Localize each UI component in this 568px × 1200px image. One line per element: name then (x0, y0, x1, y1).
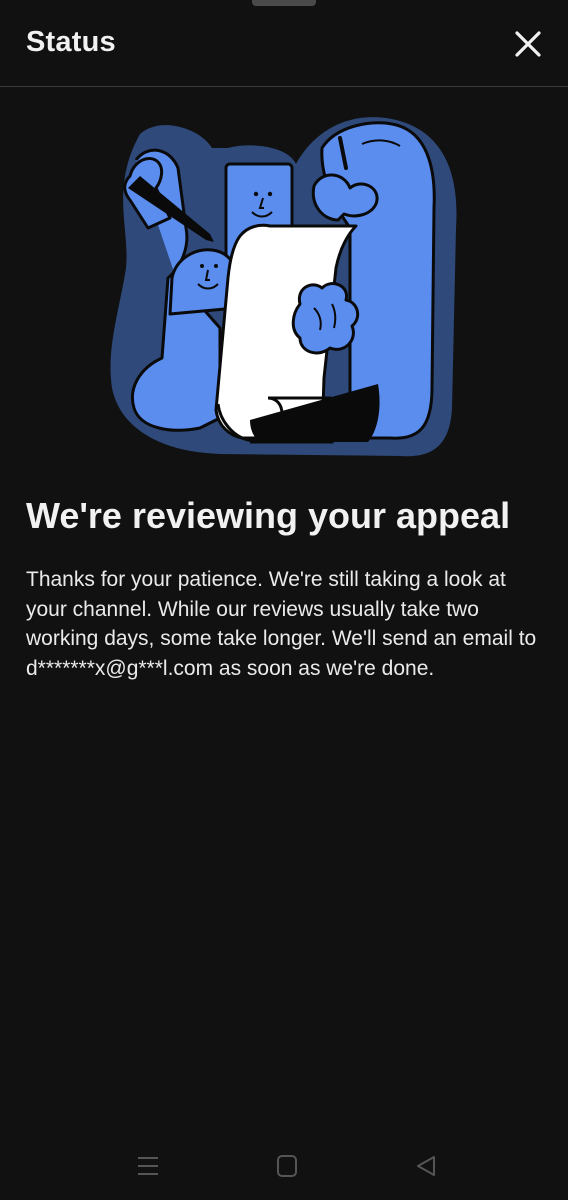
close-icon (515, 31, 541, 57)
menu-button[interactable] (128, 1150, 168, 1182)
home-icon (277, 1155, 297, 1177)
back-button[interactable] (406, 1150, 446, 1182)
status-message: Thanks for your patience. We're still ta… (26, 568, 537, 680)
appeal-review-illustration (100, 108, 470, 464)
status-headline: We're reviewing your appeal (26, 495, 511, 536)
system-navigation-bar (0, 1136, 568, 1200)
close-button[interactable] (508, 24, 548, 64)
menu-icon (138, 1157, 158, 1175)
back-icon (417, 1156, 435, 1176)
page-title: Status (26, 26, 116, 58)
header: Status (0, 0, 568, 87)
home-button[interactable] (267, 1150, 307, 1182)
